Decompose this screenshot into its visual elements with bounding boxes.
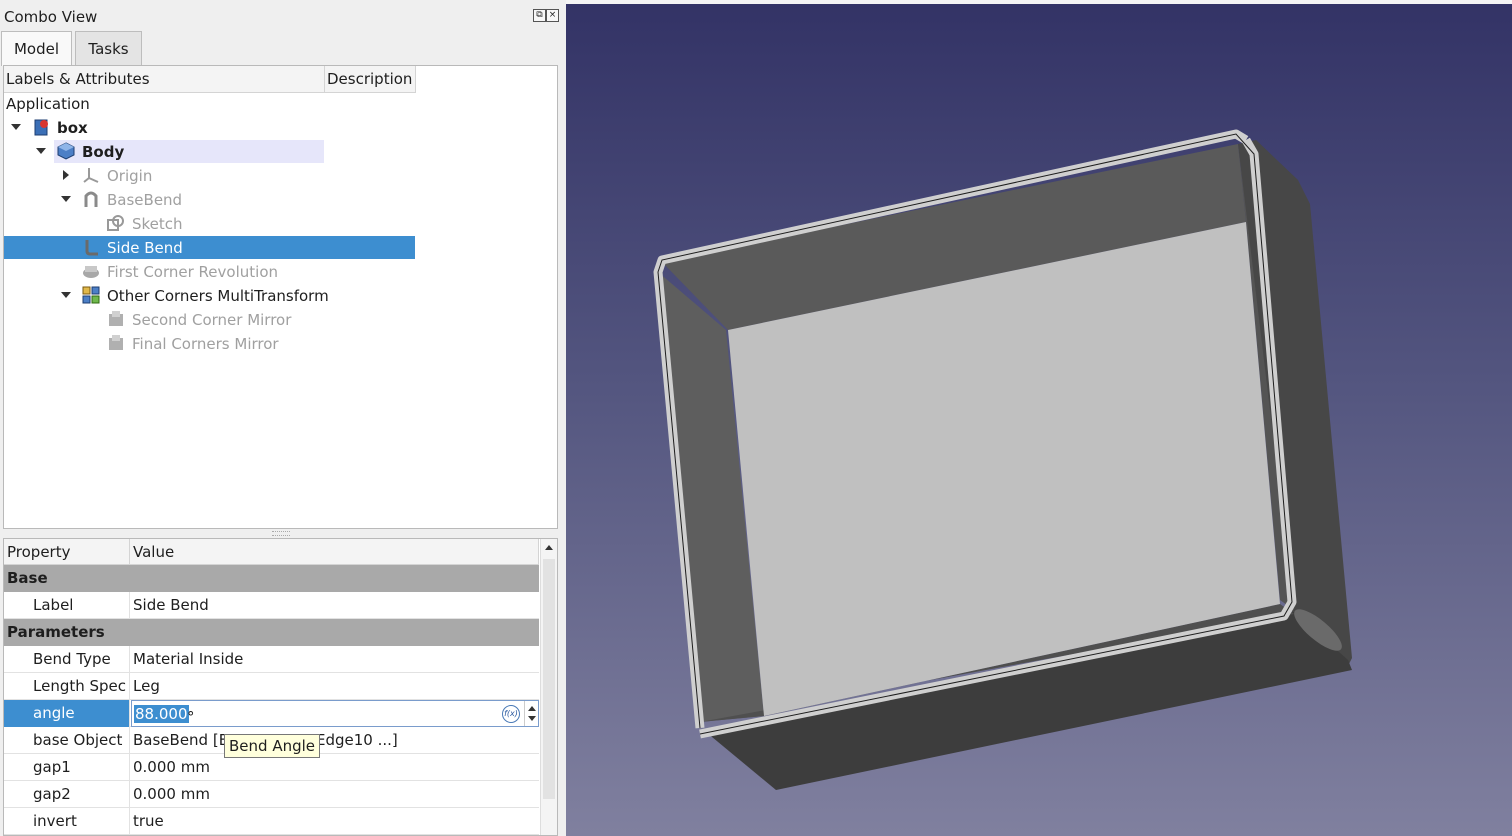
angle-editor[interactable]: 88.000 ° f(x) [131, 700, 539, 727]
column-header-labels[interactable]: Labels & Attributes [4, 66, 325, 93]
combo-view-panel: Combo View ⧉ × Model Tasks Labels & Attr… [0, 0, 565, 836]
collapse-arrow-icon[interactable] [61, 292, 71, 298]
property-value[interactable]: true [133, 808, 164, 835]
column-header-description[interactable]: Description [325, 66, 416, 93]
panel-title: Combo View [4, 8, 98, 26]
property-name: Length Spec [4, 673, 130, 700]
property-row[interactable]: Bend Type Material Inside [4, 646, 539, 673]
tab-model[interactable]: Model [1, 31, 72, 66]
property-name: gap1 [4, 754, 130, 781]
side-bend-icon [82, 238, 100, 256]
tree-item-sketch[interactable]: Sketch [132, 213, 183, 236]
property-scrollbar[interactable] [540, 539, 557, 835]
property-row-angle[interactable]: angle 88.000 ° f(x) [4, 700, 539, 727]
angle-input[interactable]: 88.000 [134, 705, 189, 723]
collapse-arrow-icon[interactable] [36, 148, 46, 154]
float-panel-icon[interactable]: ⧉ [533, 9, 546, 22]
tree-item-second-corner-mirror[interactable]: Second Corner Mirror [132, 309, 291, 332]
tree-application: Application [6, 95, 90, 113]
model-tree: Labels & Attributes Description Applicat… [3, 65, 558, 529]
spin-buttons[interactable] [524, 701, 539, 726]
tree-item-other-corners-multitransform[interactable]: Other Corners MultiTransform [107, 285, 329, 308]
origin-icon [82, 166, 100, 184]
collapse-arrow-icon[interactable] [11, 124, 21, 130]
expand-arrow-icon[interactable] [63, 170, 69, 180]
spin-down-icon[interactable] [528, 716, 536, 721]
group-parameters[interactable]: Parameters [4, 619, 539, 646]
property-name: invert [4, 808, 130, 835]
tab-tasks[interactable]: Tasks [75, 31, 142, 65]
property-name: base Object [4, 727, 130, 754]
selection-bar [4, 236, 415, 259]
property-value-tail[interactable]: Edge10 ...] [316, 727, 398, 754]
property-name: Label [4, 592, 130, 619]
property-row[interactable]: gap2 0.000 mm [4, 781, 539, 808]
property-row[interactable]: gap1 0.000 mm [4, 754, 539, 781]
property-row[interactable]: Length Spec Leg [4, 673, 539, 700]
tree-item-first-corner-revolution[interactable]: First Corner Revolution [107, 261, 278, 284]
multitransform-icon [82, 286, 100, 304]
scroll-thumb[interactable] [543, 559, 555, 799]
property-value[interactable]: 0.000 mm [133, 781, 210, 808]
property-row[interactable]: Label Side Bend [4, 592, 539, 619]
property-value[interactable]: 0.000 mm [133, 754, 210, 781]
mirror-icon [107, 310, 125, 328]
collapse-arrow-icon[interactable] [61, 196, 71, 202]
panel-splitter[interactable] [272, 531, 290, 536]
3d-viewport[interactable] [566, 4, 1512, 836]
column-header-property[interactable]: Property [4, 539, 130, 565]
document-icon [32, 118, 50, 136]
tree-item-body[interactable]: Body [82, 141, 124, 164]
property-name: gap2 [4, 781, 130, 808]
property-name: angle [4, 700, 130, 727]
sheet-metal-box-model[interactable] [566, 4, 1512, 836]
tooltip: Bend Angle [224, 734, 321, 758]
tree-item-side-bend[interactable]: Side Bend [107, 237, 183, 260]
revolution-icon [82, 262, 100, 280]
tree-item-final-corners-mirror[interactable]: Final Corners Mirror [132, 333, 279, 356]
property-value[interactable]: Side Bend [133, 592, 209, 619]
expression-icon[interactable]: f(x) [502, 705, 520, 723]
tree-item-box[interactable]: box [57, 117, 88, 140]
sketch-icon [107, 214, 125, 232]
column-header-value[interactable]: Value [130, 539, 539, 565]
property-value[interactable]: Leg [133, 673, 160, 700]
scroll-up-icon[interactable] [545, 545, 553, 550]
basebend-icon [82, 190, 100, 208]
property-value[interactable]: BaseBend [Ec [133, 727, 236, 754]
group-base[interactable]: Base [4, 565, 539, 592]
property-editor: Property Value Base Label Side Bend Para… [3, 538, 558, 836]
mirror-icon [107, 334, 125, 352]
body-icon [57, 142, 75, 160]
property-name: Bend Type [4, 646, 130, 673]
tree-item-basebend[interactable]: BaseBend [107, 189, 182, 212]
property-row[interactable]: invert true [4, 808, 539, 835]
property-value[interactable]: Material Inside [133, 646, 243, 673]
close-panel-icon[interactable]: × [546, 9, 559, 22]
spin-up-icon[interactable] [528, 706, 536, 711]
tree-item-origin[interactable]: Origin [107, 165, 152, 188]
